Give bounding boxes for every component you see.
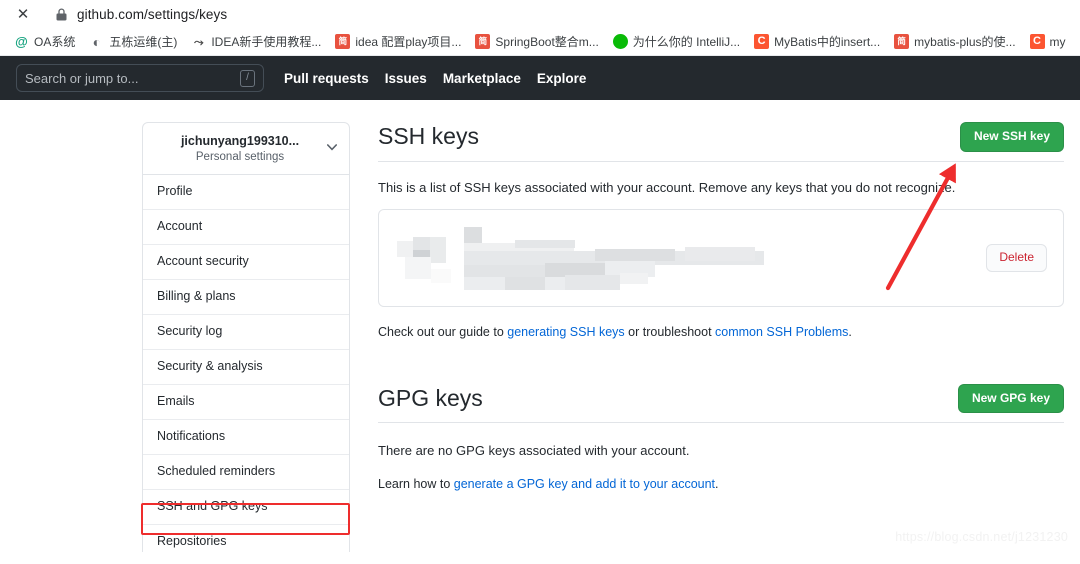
generate-gpg-key-link[interactable]: generate a GPG key and add it to your ac… [454,477,715,491]
browser-url-bar: ✕ github.com/settings/keys [0,0,1080,28]
gpg-keys-section: GPG keys New GPG key There are no GPG ke… [378,383,1064,494]
bookmark-label: 五栋运维(主) [109,35,178,49]
redaction-block [464,227,482,244]
search-placeholder: Search or jump to... [25,70,139,86]
learn-suffix: . [715,476,719,491]
settings-sidebar: jichunyang199310... Personal settings Pr… [142,122,350,552]
lock-icon [54,6,68,22]
sidebar-item-repositories[interactable]: Repositories [143,525,349,552]
sidebar-account-switcher[interactable]: jichunyang199310... Personal settings [143,123,349,175]
bookmark-label: 为什么你的 IntelliJ... [632,35,741,49]
bookmark-label: OA系统 [34,35,76,49]
header-nav: Pull requests Issues Marketplace Explore [284,71,602,86]
bookmark-label: MyBatis中的insert... [774,35,881,49]
bookmark-item[interactable]: ⤳ IDEA新手使用教程... [185,31,327,53]
watermark: https://blog.csdn.net/j1231230 [895,530,1068,544]
redaction-block [620,273,648,285]
bookmark-item[interactable]: 简 SpringBoot整合m... [469,31,604,53]
ssh-keys-header: SSH keys New SSH key [378,122,1064,162]
nav-pull-requests[interactable]: Pull requests [284,71,369,86]
sidebar-item-emails[interactable]: Emails [143,385,349,420]
sidebar-subtitle: Personal settings [195,150,285,163]
sidebar-item-notifications[interactable]: Notifications [143,420,349,455]
common-ssh-problems-link[interactable]: common SSH Problems [715,325,848,339]
learn-prefix: Learn how to [378,476,454,491]
ssh-keys-description: This is a list of SSH keys associated wi… [378,179,956,195]
nav-issues[interactable]: Issues [385,71,427,86]
gpg-keys-header: GPG keys New GPG key [378,383,1064,424]
redaction-block [685,247,755,262]
bookmark-item[interactable]: C my [1024,31,1072,53]
jianshu-icon: 简 [475,34,491,49]
gpg-section-title: GPG keys [378,385,483,412]
ssh-key-redacted-content [395,225,986,291]
bookmark-label: my [1049,34,1066,49]
redaction-block [430,237,446,264]
at-icon: @ [14,34,29,49]
gpg-keys-description: There are no GPG keys associated with yo… [378,443,690,459]
bookmark-label: idea 配置play项目... [355,35,462,49]
guide-middle: or troubleshoot [624,325,716,340]
redaction-block [431,269,451,284]
bookmark-item[interactable]: @ OA系统 [8,31,81,53]
ssh-key-row: Delete [378,209,1064,308]
slash-shortcut-hint: / [240,69,255,87]
github-header: Search or jump to... / Pull requests Iss… [0,56,1080,100]
guide-prefix: Check out our guide to [378,325,508,340]
main-content: SSH keys New SSH key This is a list of S… [378,122,1064,552]
close-tab-button[interactable]: ✕ [12,3,34,25]
sidebar-item-profile[interactable]: Profile [143,175,349,210]
chevron-down-icon [327,138,337,156]
search-input[interactable]: Search or jump to... / [16,64,264,92]
jianshu-icon: 简 [894,34,910,49]
guide-suffix: . [848,325,852,340]
redaction-block [595,249,675,262]
delete-ssh-key-button[interactable]: Delete [986,244,1047,272]
ssh-keys-section: SSH keys New SSH key This is a list of S… [378,122,1064,342]
csdn-icon: C [1029,34,1045,49]
sidebar-item-security-analysis[interactable]: Security & analysis [143,350,349,385]
new-ssh-key-button[interactable]: New SSH key [959,122,1064,152]
page-title: SSH keys [378,123,479,150]
globe-icon: ◐ [89,34,105,49]
csdn-icon: C [754,34,770,49]
wechat-icon [612,34,628,49]
redaction-block [515,240,575,249]
redaction-block [405,257,431,280]
url-text[interactable]: github.com/settings/keys [77,7,227,22]
nav-explore[interactable]: Explore [537,71,587,86]
bookmark-item[interactable]: 简 mybatis-plus的使... [888,31,1021,53]
sidebar-item-security-log[interactable]: Security log [143,315,349,350]
redaction-block [565,275,620,291]
sidebar-item-ssh-and-gpg-keys[interactable]: SSH and GPG keys [143,490,349,525]
jianshu-icon: 简 [335,34,351,49]
sidebar-username: jichunyang199310... [180,134,300,148]
sidebar-item-account[interactable]: Account [143,210,349,245]
redaction-block [413,237,430,251]
settings-page: jichunyang199310... Personal settings Pr… [0,100,1080,552]
gpg-learn-text: Learn how to generate a GPG key and add … [378,475,1064,494]
redaction-block [505,277,545,291]
redaction-block [397,241,413,258]
sidebar-item-account-security[interactable]: Account security [143,245,349,280]
new-gpg-key-button[interactable]: New GPG key [957,383,1064,414]
bookmark-label: SpringBoot整合m... [495,35,599,49]
ssh-guide-text: Check out our guide to generating SSH ke… [378,323,1064,342]
bookmarks-bar: @ OA系统 ◐ 五栋运维(主) ⤳ IDEA新手使用教程... 简 idea … [0,28,1080,56]
browser-chrome: ✕ github.com/settings/keys @ OA系统 ◐ 五栋运维… [0,0,1080,56]
bookmark-item[interactable]: ◐ 五栋运维(主) [83,31,183,53]
bookmark-item[interactable]: C MyBatis中的insert... [748,31,886,53]
idea-icon: ⤳ [191,34,207,49]
bookmark-item[interactable]: 简 idea 配置play项目... [329,31,467,53]
bookmark-label: mybatis-plus的使... [914,35,1016,49]
generating-ssh-keys-link[interactable]: generating SSH keys [507,325,624,339]
sidebar-item-scheduled-reminders[interactable]: Scheduled reminders [143,455,349,490]
bookmark-label: IDEA新手使用教程... [211,35,322,49]
sidebar-item-billing-plans[interactable]: Billing & plans [143,280,349,315]
bookmark-item[interactable]: 为什么你的 IntelliJ... [607,31,746,53]
nav-marketplace[interactable]: Marketplace [443,71,521,86]
